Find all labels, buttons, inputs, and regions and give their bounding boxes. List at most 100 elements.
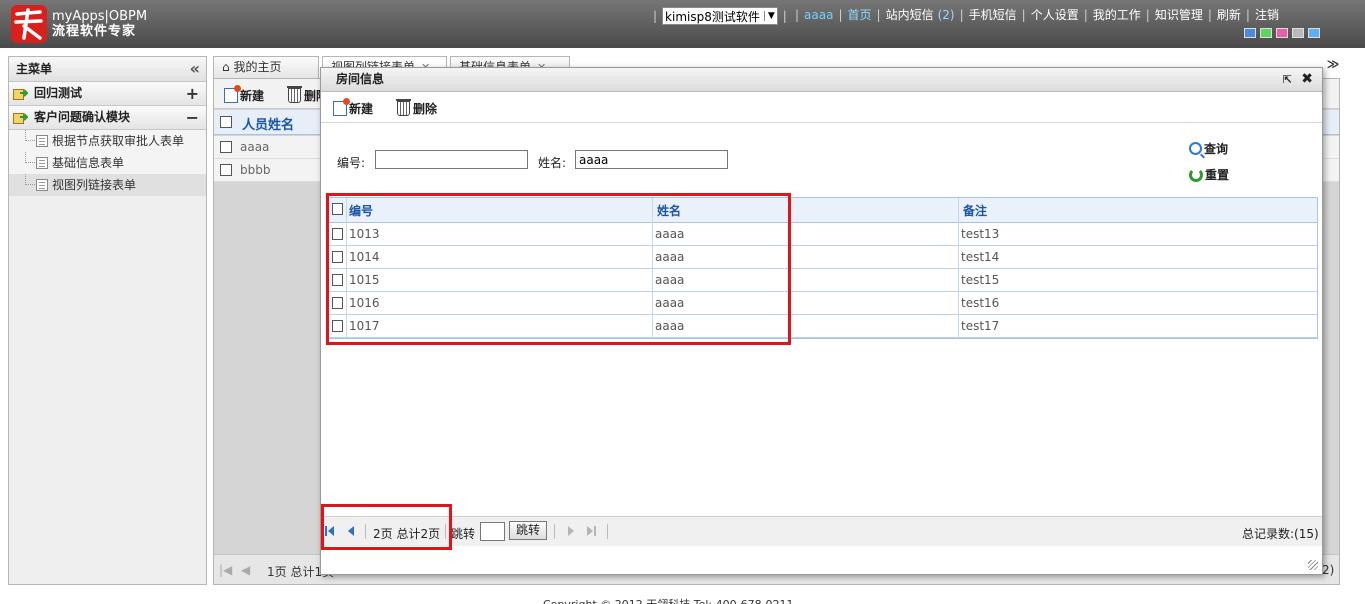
code-input[interactable] [375, 150, 528, 169]
highlight-box-pager [321, 504, 452, 550]
tianling-logo-icon [11, 5, 47, 43]
cell-remark: test17 [961, 319, 1000, 333]
separator: | [1021, 7, 1026, 22]
nav-home[interactable]: 首页 [848, 6, 872, 23]
popout-icon[interactable]: ⇱ [1283, 68, 1292, 91]
search-icon [1189, 142, 1202, 155]
prev-page-icon[interactable]: ◀ [241, 563, 250, 577]
collapse-icon[interactable]: − [186, 106, 199, 129]
skin-switcher [1244, 28, 1320, 38]
reset-button[interactable]: 重置 [1189, 166, 1229, 183]
query-label: 查询 [1204, 142, 1229, 156]
sidebar-group-customer-issue[interactable]: 客户问题确认模块 − [9, 106, 206, 130]
sidebar-header: 主菜单 « [9, 57, 206, 82]
separator: | [1083, 7, 1088, 22]
row-checkbox[interactable] [220, 164, 232, 176]
dialog-pager: 2页 总计2页 跳转 跳转 总记录数:(15) [321, 516, 1322, 546]
separator: | [838, 7, 843, 22]
skin-swatch-gray[interactable] [1292, 28, 1304, 38]
brand: myApps|OBPM 流程软件专家 [52, 9, 147, 39]
tab-my-home[interactable]: ⌂ 我的主页 [213, 56, 319, 78]
app-selector[interactable]: kimisp8测试软件 ▼ [662, 7, 778, 25]
trash-icon [396, 99, 411, 116]
bg-new-label: 新建 [240, 89, 265, 103]
new-button[interactable]: 新建 [333, 98, 374, 117]
sidebar-item-basic-info-form[interactable]: 基础信息表单 [9, 152, 206, 174]
sidebar-item-label: 基础信息表单 [52, 156, 125, 170]
dialog-toolbar: 新建 删除 [321, 93, 1322, 123]
sidebar-item-view-link-form[interactable]: 视图列链接表单 [9, 174, 206, 196]
delete-button-label: 删除 [413, 102, 438, 116]
document-icon [36, 157, 48, 169]
resize-handle[interactable] [1308, 560, 1318, 570]
bg-new-button[interactable]: 新建 [224, 85, 265, 104]
tab-menu-chevron-icon[interactable]: ≫ [1326, 57, 1340, 77]
app-select-wrap: | kimisp8测试软件 ▼ | [648, 7, 792, 25]
tab-label: 我的主页 [233, 60, 282, 74]
app-selector-value: kimisp8测试软件 [665, 9, 760, 24]
cell-remark: test14 [961, 250, 1000, 264]
sidebar-item-approver-form[interactable]: 根据节点获取审批人表单 [9, 130, 206, 152]
document-icon [36, 135, 48, 147]
next-page-icon[interactable] [567, 526, 579, 538]
tree-line [25, 152, 35, 163]
row-checkbox[interactable] [220, 141, 232, 153]
name-input[interactable] [575, 150, 728, 169]
home-icon: ⌂ [222, 60, 230, 74]
nav-refresh[interactable]: 刷新 [1217, 6, 1241, 23]
collapse-sidebar-icon[interactable]: « [190, 57, 200, 81]
reset-icon [1189, 167, 1203, 182]
top-nav: | aaaa | 首页 | 站内短信 (2) | 手机短信 | 个人设置 | 我… [790, 6, 1279, 23]
document-icon [36, 179, 48, 191]
new-document-icon [224, 85, 241, 103]
jump-button[interactable]: 跳转 [509, 521, 547, 540]
select-all-checkbox[interactable] [220, 116, 232, 128]
tree-line [25, 174, 35, 185]
trash-icon [287, 86, 302, 103]
reset-label: 重置 [1205, 168, 1230, 182]
cell-remark: test13 [961, 227, 1000, 241]
skin-swatch-green[interactable] [1260, 28, 1272, 38]
sidebar-group-label: 回归测试 [34, 86, 83, 100]
nav-knowledge[interactable]: 知识管理 [1155, 6, 1203, 23]
dialog-titlebar: 房间信息 ⇱ ✖ [321, 68, 1322, 92]
jump-label: 跳转 [451, 527, 476, 541]
current-user-link[interactable]: aaaa [804, 8, 833, 22]
sidebar-group-label: 客户问题确认模块 [34, 110, 131, 124]
sidebar-item-label: 根据节点获取审批人表单 [52, 134, 185, 148]
nav-my-work[interactable]: 我的工作 [1093, 6, 1141, 23]
nav-sms[interactable]: 手机短信 [969, 6, 1017, 23]
close-icon[interactable]: ✖ [1301, 68, 1313, 91]
separator: | [1145, 7, 1150, 22]
delete-button[interactable]: 删除 [396, 99, 438, 117]
last-page-icon[interactable] [587, 526, 599, 538]
skin-swatch-lightblue[interactable] [1308, 28, 1320, 38]
name-label: 姓名: [538, 156, 567, 170]
pager-separator [554, 524, 555, 539]
query-button[interactable]: 查询 [1189, 140, 1228, 157]
messages-count[interactable]: (2) [938, 8, 955, 22]
skin-swatch-pink[interactable] [1276, 28, 1288, 38]
nav-messages[interactable]: 站内短信 [886, 6, 934, 23]
nav-settings[interactable]: 个人设置 [1031, 6, 1079, 23]
code-label: 编号: [337, 156, 366, 170]
new-button-label: 新建 [349, 102, 374, 116]
highlight-box-grid [326, 193, 791, 345]
skin-swatch-blue[interactable] [1244, 28, 1256, 38]
chevron-down-icon: ▼ [763, 11, 775, 21]
first-page-icon[interactable]: |◀ [219, 563, 232, 577]
column-header-remark: 备注 [963, 204, 988, 218]
expand-icon[interactable]: + [186, 82, 199, 105]
sidebar-item-label: 视图列链接表单 [52, 178, 137, 192]
cell-remark: test15 [961, 273, 1000, 287]
tree-line [25, 130, 35, 141]
brand-chinese: 流程软件专家 [52, 24, 137, 39]
separator: | [1245, 7, 1250, 22]
folder-arrow-icon [13, 113, 28, 124]
sidebar-group-regression[interactable]: 回归测试 + [9, 82, 206, 106]
pager-separator [607, 524, 608, 539]
nav-logout[interactable]: 注销 [1255, 6, 1279, 23]
top-header: myApps|OBPM 流程软件专家 | kimisp8测试软件 ▼ | | a… [0, 0, 1365, 48]
jump-page-input[interactable] [480, 522, 505, 541]
sidebar: 主菜单 « 回归测试 + 客户问题确认模块 − 根据节点获取审批人表单 基础信息… [8, 56, 207, 585]
